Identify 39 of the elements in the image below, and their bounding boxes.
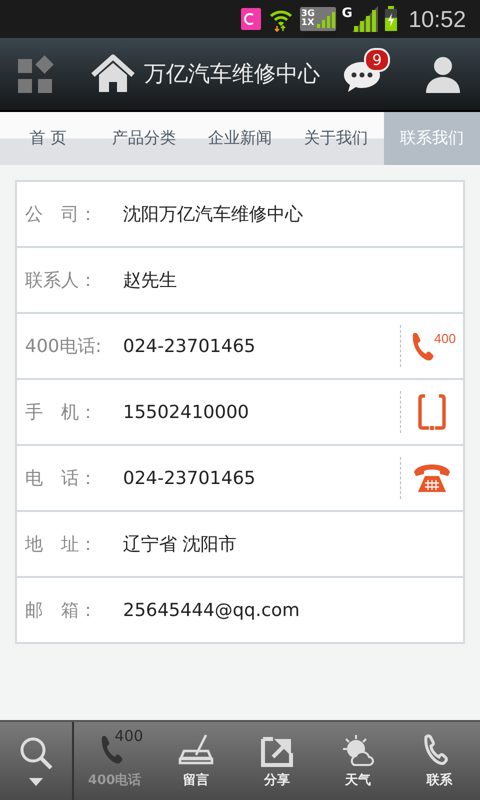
user-icon[interactable] [424, 55, 462, 93]
pen-tablet-icon [178, 733, 214, 767]
signal-icon: G [342, 6, 378, 32]
header-title: 万亿汽车维修中心 [144, 61, 320, 89]
toolbar-item[interactable]: 留言 [155, 722, 236, 800]
home-icon[interactable] [90, 54, 136, 94]
message-count-badge: 9 [364, 48, 390, 72]
dropdown-caret-icon[interactable] [29, 778, 43, 786]
field-label: 公 司： [24, 203, 98, 226]
field-value: 辽宁省 沈阳市 [123, 533, 238, 556]
nav-tab[interactable]: 关于我们 [288, 112, 384, 165]
hotline-phone-icon[interactable]: 400 [408, 331, 456, 361]
apps-grid-icon[interactable] [18, 55, 56, 93]
sun-cloud-icon [340, 733, 376, 767]
field-label: 邮 箱： [24, 599, 98, 622]
field-label: 联系人： [24, 269, 98, 292]
field-label: 手 机： [24, 401, 98, 424]
field-label: 地 址： [24, 533, 98, 556]
signal-bars-icon [352, 6, 378, 32]
field-label: 400电话: [24, 335, 102, 358]
mobile-signal-icon: 3G 1X [300, 7, 336, 31]
toolbar-item[interactable]: 天气 [318, 722, 399, 800]
field-value: 25645444@qq.com [123, 600, 301, 620]
field-value: 沈阳万亿汽车维修中心 [123, 203, 304, 226]
field-label: 电 话： [24, 467, 98, 490]
search-icon[interactable] [19, 736, 53, 770]
toolbar-item[interactable]: 分享 [236, 722, 318, 800]
battery-icon [384, 6, 398, 32]
clock-time: 10:52 [408, 6, 466, 32]
mobile-phone-icon[interactable] [417, 393, 447, 431]
field-value: 15502410000 [123, 402, 250, 422]
field-value: 赵先生 [123, 269, 178, 292]
nav-tab[interactable]: 产品分类 [96, 112, 192, 165]
nav-tab[interactable]: 企业新闻 [192, 112, 288, 165]
toolbar-item[interactable]: 联系 [398, 722, 480, 800]
field-value: 024-23701465 [123, 336, 256, 356]
field-value: 024-23701465 [123, 468, 256, 488]
nav-tab[interactable]: 首 页 [0, 112, 96, 165]
app-notification-icon [240, 7, 262, 31]
